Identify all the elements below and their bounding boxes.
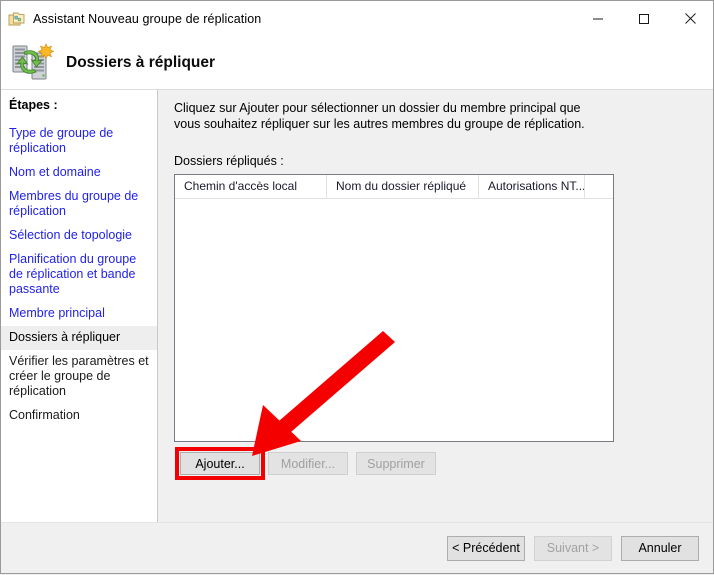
title-bar: Assistant Nouveau groupe de réplication [1, 1, 713, 36]
sidebar-item-primary-member[interactable]: Membre principal [1, 302, 157, 326]
body-area: Étapes : Type de groupe de réplication N… [1, 90, 713, 522]
window-controls [575, 1, 713, 36]
wizard-window: Assistant Nouveau groupe de réplication [0, 0, 714, 574]
next-button: Suivant > [534, 535, 612, 561]
instruction-text: Cliquez sur Ajouter pour sélectionner un… [174, 101, 585, 131]
main-content: Cliquez sur Ajouter pour sélectionner un… [158, 90, 713, 522]
sidebar-item-name-and-domain[interactable]: Nom et domaine [1, 161, 157, 185]
sidebar-item-replication-group-members[interactable]: Membres du groupe de réplication [1, 185, 157, 224]
sidebar-item-folders-to-replicate[interactable]: Dossiers à répliquer [1, 326, 157, 350]
wizard-footer: < Précédent Suivant > Annuler [1, 522, 713, 573]
column-header-spacer[interactable] [585, 175, 613, 198]
steps-sidebar: Étapes : Type de groupe de réplication N… [1, 90, 158, 522]
column-header-ntfs-permissions[interactable]: Autorisations NT... [479, 175, 585, 198]
folder-action-buttons: Ajouter... Modifier... Supprimer [175, 447, 713, 480]
servers-replication-star-icon [10, 42, 55, 84]
cancel-button[interactable]: Annuler [621, 535, 699, 561]
sidebar-item-topology-selection[interactable]: Sélection de topologie [1, 224, 157, 248]
column-header-local-path[interactable]: Chemin d'accès local [175, 175, 327, 198]
column-header-replicated-folder-name[interactable]: Nom du dossier répliqué [327, 175, 479, 198]
sidebar-item-replication-group-type[interactable]: Type de groupe de réplication [1, 122, 157, 161]
delete-button: Supprimer [356, 452, 436, 475]
add-button[interactable]: Ajouter... [180, 452, 260, 475]
sidebar-item-schedule-and-bandwidth[interactable]: Planification du groupe de réplication e… [1, 248, 157, 302]
folders-replication-icon [8, 10, 26, 28]
add-button-wrapper: Ajouter... [175, 447, 265, 480]
replicated-folders-label: Dossiers répliqués : [174, 154, 284, 168]
sidebar-item-review-settings: Vérifier les paramètres et créer le grou… [9, 354, 149, 398]
edit-button: Modifier... [268, 452, 348, 475]
page-header: Dossiers à répliquer [1, 36, 713, 90]
listview-rows-empty[interactable] [175, 199, 613, 441]
steps-label: Étapes : [9, 98, 58, 112]
maximize-button[interactable] [621, 1, 667, 36]
page-title: Dossiers à répliquer [66, 53, 216, 71]
listview-header: Chemin d'accès local Nom du dossier répl… [175, 175, 613, 199]
window-title: Assistant Nouveau groupe de réplication [33, 11, 262, 26]
close-button[interactable] [667, 1, 713, 36]
previous-button[interactable]: < Précédent [447, 535, 525, 561]
minimize-button[interactable] [575, 1, 621, 36]
replicated-folders-listview[interactable]: Chemin d'accès local Nom du dossier répl… [174, 174, 614, 442]
sidebar-item-confirmation: Confirmation [9, 408, 80, 422]
